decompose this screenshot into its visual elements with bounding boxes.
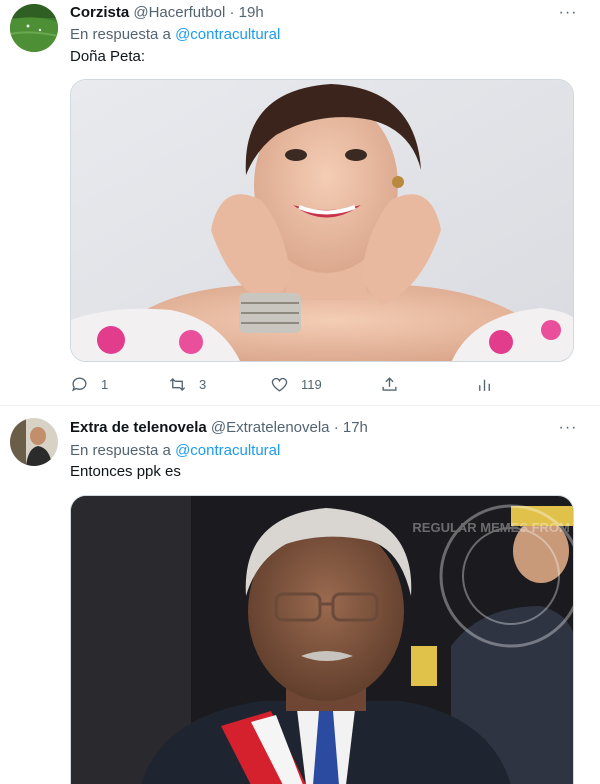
display-name[interactable]: Extra de telenovela (70, 419, 207, 436)
tweet-media-photo[interactable]: REGULAR MEMES FROM PERU (70, 495, 574, 784)
photo-image: REGULAR MEMES FROM PERU (71, 496, 574, 784)
avatar-image (10, 4, 58, 52)
separator-dot: · (229, 4, 235, 21)
photo-image (71, 80, 573, 361)
avatar-image (10, 418, 58, 466)
reply-button[interactable]: 1 (70, 372, 108, 396)
share-icon (382, 376, 397, 391)
watermark-text: REGULAR MEMES FROM PERU (412, 520, 574, 535)
retweet-count: 3 (199, 376, 207, 392)
reply-context: En respuesta a @contracultural (70, 441, 280, 461)
avatar[interactable] (10, 4, 58, 52)
analytics-icon (479, 379, 490, 391)
more-options-icon[interactable]: ··· (558, 5, 578, 24)
separator-dot: · (333, 419, 339, 436)
analytics-button[interactable] (475, 372, 494, 396)
tweet-media-photo[interactable] (70, 79, 574, 362)
tweet-1[interactable]: Corzista @Hacerfutbol · 19h ··· En respu… (0, 0, 600, 406)
tweet-text: Entonces ppk es (70, 463, 181, 480)
timestamp[interactable]: 19h (239, 4, 264, 21)
reply-mention-link[interactable]: @contracultural (175, 26, 280, 43)
like-button[interactable]: 119 (270, 372, 322, 396)
reply-context: En respuesta a @contracultural (70, 25, 280, 45)
author-line: Extra de telenovela @Extratelenovela · 1… (70, 418, 368, 438)
display-name[interactable]: Corzista (70, 4, 129, 21)
like-count: 119 (301, 376, 322, 392)
reply-prefix: En respuesta a (70, 442, 171, 459)
reply-mention-link[interactable]: @contracultural (175, 442, 280, 459)
retweet-icon (169, 377, 186, 391)
timestamp[interactable]: 17h (343, 419, 368, 436)
more-options-icon[interactable]: ··· (558, 420, 578, 439)
retweet-button[interactable]: 3 (168, 372, 206, 396)
reply-count: 1 (101, 376, 109, 392)
author-line: Corzista @Hacerfutbol · 19h (70, 3, 264, 23)
reply-icon (72, 377, 87, 391)
reply-prefix: En respuesta a (70, 26, 171, 43)
tweet-text: Doña Peta: (70, 48, 146, 65)
handle[interactable]: @Hacerfutbol (133, 4, 225, 21)
heart-icon (271, 377, 288, 392)
avatar[interactable] (10, 418, 58, 466)
handle[interactable]: @Extratelenovela (211, 419, 330, 436)
tweet-actions: 1 3 119 (70, 372, 500, 396)
share-button[interactable] (380, 372, 399, 396)
